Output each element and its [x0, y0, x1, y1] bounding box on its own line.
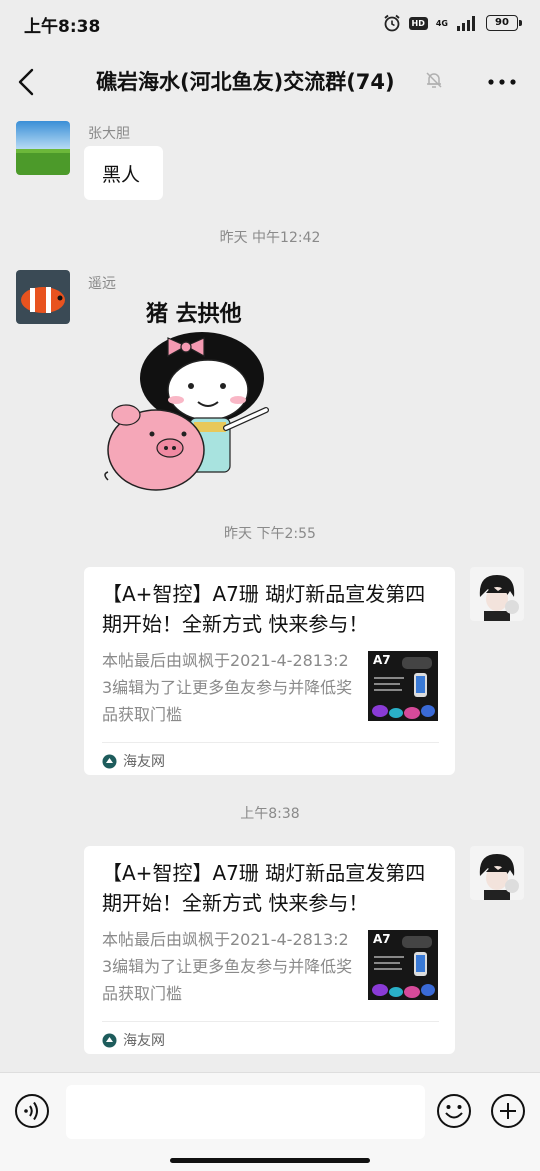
- voice-input-button[interactable]: [14, 1093, 50, 1129]
- coral-lamp-product-icon: [372, 657, 435, 719]
- status-bar: 上午8:38 HD 4G 90: [0, 0, 540, 48]
- source-name: 海友网: [123, 754, 165, 770]
- alarm-icon: [383, 14, 400, 32]
- input-bar: [0, 1072, 540, 1171]
- hd-badge: HD: [408, 16, 428, 30]
- timestamp: 昨天 中午12:42: [219, 230, 321, 246]
- network-label: 4G: [436, 19, 448, 28]
- coral-lamp-product-icon: [372, 936, 435, 998]
- signal-icon: [457, 16, 475, 31]
- avatar[interactable]: [16, 121, 70, 175]
- card-thumbnail: A7: [368, 930, 438, 1000]
- clownfish-avatar-image: [16, 270, 70, 324]
- anime-boy-avatar-image: [470, 846, 524, 900]
- source-logo-icon: [102, 1033, 117, 1047]
- source-logo-icon: [102, 754, 117, 768]
- girl-and-pig-sticker-icon: [104, 332, 269, 491]
- sticker-image[interactable]: 猪 去拱他: [96, 290, 282, 495]
- status-time: 上午8:38: [24, 17, 101, 37]
- more-options-button[interactable]: [482, 64, 522, 100]
- card-title: 【A+智控】A7珊 瑚灯新品宣发第四期开始！全新方式 快来参与！: [102, 582, 426, 636]
- anime-boy-avatar-image: [470, 567, 524, 621]
- my-avatar[interactable]: [470, 567, 524, 621]
- status-icons: HD 4G 90: [383, 12, 522, 34]
- card-source: 海友网: [102, 1030, 165, 1050]
- more-functions-button[interactable]: [490, 1093, 526, 1129]
- battery-indicator: 90: [486, 15, 522, 31]
- mute-bell-icon: [426, 72, 442, 88]
- home-indicator[interactable]: [170, 1158, 370, 1163]
- link-card[interactable]: 【A+智控】A7珊 瑚灯新品宣发第四期开始！全新方式 快来参与！ 本帖最后由飒枫…: [84, 846, 455, 1054]
- card-thumbnail: A7: [368, 651, 438, 721]
- network-type: 4G: [435, 18, 448, 28]
- card-description: 本帖最后由飒枫于2021-4-2813:23编辑为了让更多鱼友参与并降低奖品获取…: [102, 651, 353, 724]
- grassland-avatar-image: [16, 121, 70, 175]
- chat-title: 礁岩海水(河北鱼友)交流群(74): [96, 70, 395, 94]
- emoji-button[interactable]: [436, 1093, 472, 1129]
- message-text: 黑人: [102, 164, 141, 186]
- message-bubble[interactable]: 黑人: [84, 146, 163, 200]
- card-source: 海友网: [102, 751, 165, 771]
- timestamp: 上午8:38: [240, 806, 300, 822]
- avatar[interactable]: [16, 270, 70, 324]
- sender-name: 张大胆: [88, 126, 130, 142]
- chat-header: 礁岩海水(河北鱼友)交流群(74): [0, 48, 540, 114]
- back-button[interactable]: [10, 64, 46, 100]
- card-title: 【A+智控】A7珊 瑚灯新品宣发第四期开始！全新方式 快来参与！: [102, 861, 426, 915]
- divider: [102, 742, 439, 743]
- divider: [102, 1021, 439, 1022]
- source-name: 海友网: [123, 1033, 165, 1049]
- my-avatar[interactable]: [470, 846, 524, 900]
- link-card[interactable]: 【A+智控】A7珊 瑚灯新品宣发第四期开始！全新方式 快来参与！ 本帖最后由飒枫…: [84, 567, 455, 775]
- card-description: 本帖最后由飒枫于2021-4-2813:23编辑为了让更多鱼友参与并降低奖品获取…: [102, 930, 353, 1003]
- message-input[interactable]: [66, 1085, 425, 1139]
- timestamp: 昨天 下午2:55: [224, 526, 316, 542]
